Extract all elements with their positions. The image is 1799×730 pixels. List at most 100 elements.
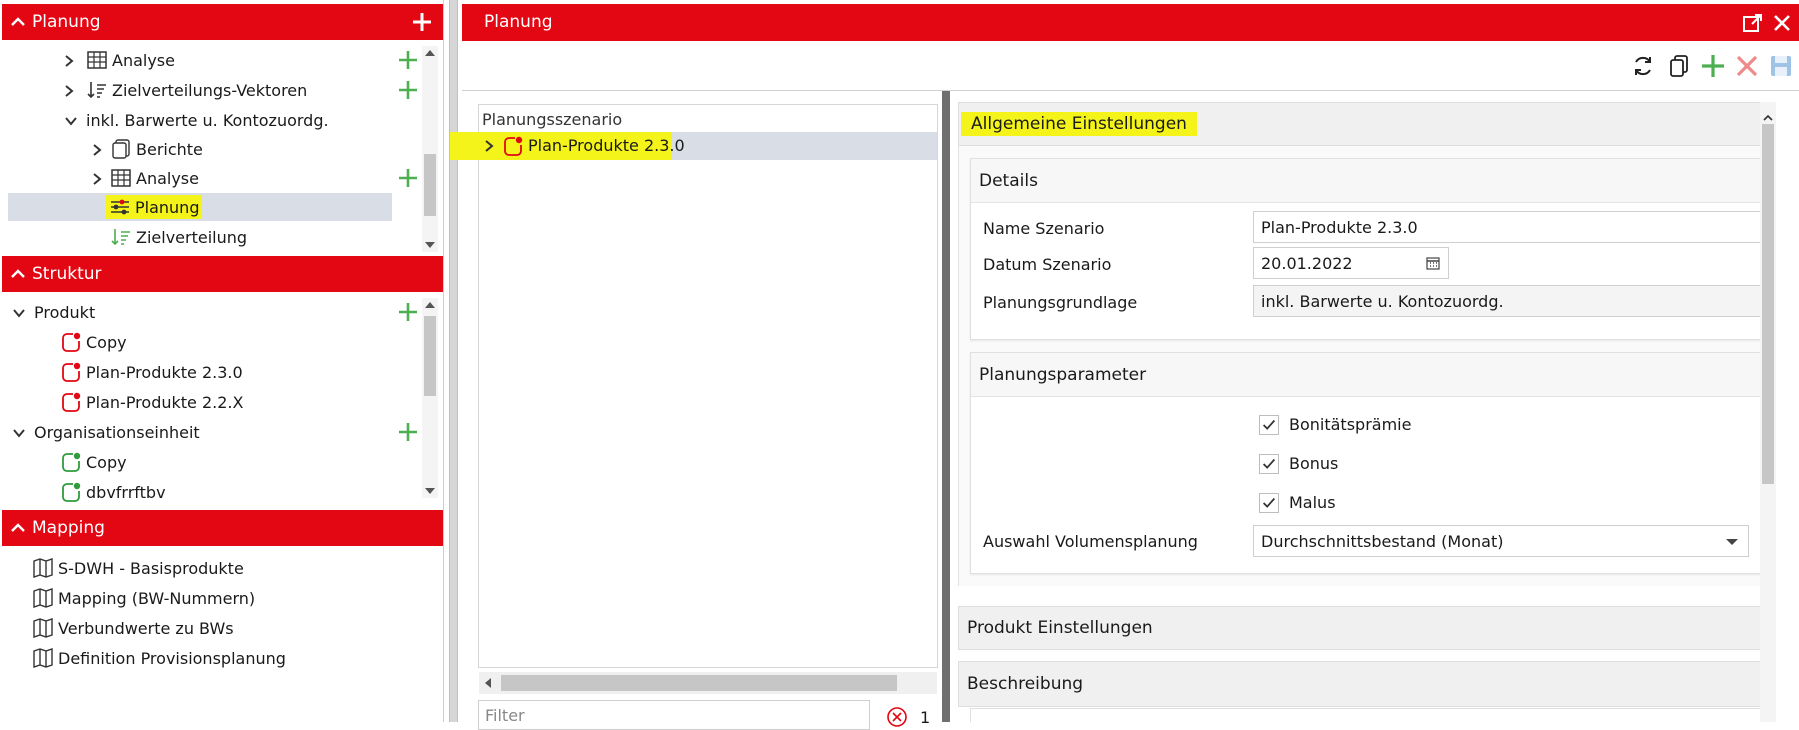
panel-title-produkt: Produkt Einstellungen (967, 618, 1153, 638)
popout-icon[interactable] (1742, 12, 1764, 34)
mapping-item-label: Mapping (BW-Nummern) (58, 588, 256, 608)
tree-item-barwerte[interactable]: inkl. Barwerte u. Kontozuordg. (86, 106, 329, 134)
check-icon (1262, 458, 1276, 469)
mapping-list: S-DWH - Basisprodukte Mapping (BW-Nummer… (2, 548, 442, 722)
tree-item-label: Copy (86, 332, 127, 352)
mapping-item[interactable]: S-DWH - Basisprodukte (32, 554, 244, 582)
add-icon[interactable] (398, 422, 418, 442)
tree-item-copy-green[interactable]: Copy (60, 448, 127, 476)
dropdown-caret-icon[interactable] (1726, 539, 1738, 545)
scroll-thumb[interactable] (424, 316, 436, 396)
section-header-struktur[interactable]: Struktur (2, 256, 443, 292)
planung-scrollbar[interactable] (422, 46, 438, 252)
scroll-down-icon[interactable] (425, 488, 435, 494)
delete-icon[interactable] (1734, 53, 1760, 79)
scroll-thumb[interactable] (424, 154, 436, 216)
add-icon[interactable] (398, 50, 418, 70)
tree-item-produkt[interactable]: Produkt (34, 298, 95, 326)
section-header-planung[interactable]: Planung (2, 4, 443, 40)
filter-input[interactable]: Filter (478, 700, 870, 730)
tree-item-label: Analyse (136, 168, 199, 188)
basis-label: Planungsgrundlage (983, 293, 1138, 312)
add-icon[interactable] (398, 80, 418, 100)
chevron-right-icon[interactable] (62, 54, 76, 68)
add-icon[interactable] (1700, 53, 1726, 79)
chevron-up-icon[interactable] (1763, 113, 1773, 123)
name-field[interactable]: Plan-Produkte 2.3.0 (1253, 211, 1763, 243)
refresh-icon[interactable] (1630, 53, 1656, 79)
tree-item-plan-produkte-230[interactable]: Plan-Produkte 2.3.0 (60, 358, 243, 386)
panel-beschreibung[interactable]: Beschreibung (958, 661, 1764, 707)
copy-icon[interactable] (1666, 53, 1692, 79)
scroll-thumb[interactable] (501, 675, 897, 691)
add-icon[interactable] (411, 11, 433, 33)
struktur-scrollbar[interactable] (422, 298, 438, 498)
settings-scrollbar[interactable] (1760, 102, 1776, 722)
tree-item-zielverteilungs-vektoren[interactable]: Zielverteilungs-Vektoren (86, 76, 307, 104)
date-value: 20.01.2022 (1261, 253, 1353, 273)
add-icon[interactable] (398, 168, 418, 188)
chevron-up-icon[interactable] (10, 520, 26, 536)
tree-item-organisationseinheit[interactable]: Organisationseinheit (34, 418, 200, 446)
window-title: Planung (484, 12, 553, 32)
tree-item-label: Plan-Produkte 2.3.0 (86, 362, 243, 382)
volume-select[interactable]: Durchschnittsbestand (Monat) (1253, 525, 1749, 557)
details-section: Details Name Szenario Plan-Produkte 2.3.… (970, 158, 1763, 340)
panel-splitter[interactable] (942, 91, 950, 722)
chevron-right-icon[interactable] (90, 143, 104, 157)
mapping-item[interactable]: Mapping (BW-Nummern) (32, 584, 255, 612)
scroll-left-icon[interactable] (485, 678, 491, 688)
scenario-list-header: Planungsszenario (482, 110, 623, 129)
scroll-thumb[interactable] (1762, 124, 1774, 484)
checkbox-malus[interactable] (1259, 493, 1279, 513)
panel-allgemeine-einstellungen[interactable]: Allgemeine Einstellungen (958, 102, 1764, 146)
scroll-up-icon[interactable] (1763, 108, 1773, 121)
basis-field: inkl. Barwerte u. Kontozuordg. (1253, 285, 1763, 317)
tree-item-analyse-2[interactable]: Analyse (110, 164, 199, 192)
scroll-down-icon[interactable] (425, 242, 435, 248)
chevron-down-icon[interactable] (12, 426, 26, 440)
chevron-down-icon[interactable] (64, 114, 78, 128)
tree-item-plan-produkte-22x[interactable]: Plan-Produkte 2.2.X (60, 388, 243, 416)
checkbox-bonitaetspraemie[interactable] (1259, 415, 1279, 435)
scenario-list: Planungsszenario Plan-Produkte 2.3.0 Fil… (450, 104, 938, 730)
mapping-item[interactable]: Verbundwerte zu BWs (32, 614, 234, 642)
tree-item-zielverteilung[interactable]: Zielverteilung (110, 223, 247, 251)
date-label: Datum Szenario (983, 255, 1112, 274)
tree-item-label: Produkt (34, 302, 96, 322)
chevron-right-icon[interactable] (90, 172, 104, 186)
save-icon[interactable] (1768, 53, 1794, 79)
search-highlight: Planung (106, 195, 203, 219)
chevron-up-icon[interactable] (10, 266, 26, 282)
horizontal-scrollbar[interactable] (479, 672, 937, 694)
checkbox-bonus[interactable] (1259, 454, 1279, 474)
tree-item-planung[interactable]: Planung (106, 193, 203, 221)
chevron-down-icon[interactable] (12, 306, 26, 320)
struktur-tree: Produkt Copy Plan-Produkte 2.3.0 Plan-Pr… (2, 292, 442, 502)
scenario-list-frame (478, 104, 938, 668)
chevron-right-icon[interactable] (62, 84, 76, 98)
tree-item-copy[interactable]: Copy (60, 328, 127, 356)
close-icon[interactable] (1772, 13, 1792, 33)
calendar-icon[interactable] (1426, 256, 1440, 270)
tree-item-label: dbvfrrftbv (86, 482, 166, 502)
tree-item-dbvfrrftbv[interactable]: dbvfrrftbv (60, 478, 166, 502)
tree-item-analyse[interactable]: Analyse (86, 46, 175, 74)
scroll-up-icon[interactable] (425, 302, 435, 308)
add-icon[interactable] (398, 302, 418, 322)
chevron-up-icon[interactable] (10, 14, 26, 30)
clear-filter-icon[interactable] (886, 706, 908, 728)
sort-distribution-icon (111, 229, 130, 246)
volume-value: Durchschnittsbestand (Monat) (1261, 531, 1504, 551)
chevron-right-icon[interactable] (482, 139, 496, 153)
description-editor[interactable] (970, 708, 1762, 722)
mapping-item[interactable]: Definition Provisionsplanung (32, 644, 286, 672)
scroll-up-icon[interactable] (425, 50, 435, 56)
panel-produkt-einstellungen[interactable]: Produkt Einstellungen (958, 606, 1764, 650)
tree-item-berichte[interactable]: Berichte (110, 135, 203, 163)
scenario-green-icon (62, 452, 81, 472)
panel-splitter[interactable] (449, 0, 458, 722)
date-field[interactable]: 20.01.2022 (1253, 247, 1449, 279)
section-title-struktur: Struktur (32, 264, 102, 284)
section-header-mapping[interactable]: Mapping (2, 510, 443, 546)
